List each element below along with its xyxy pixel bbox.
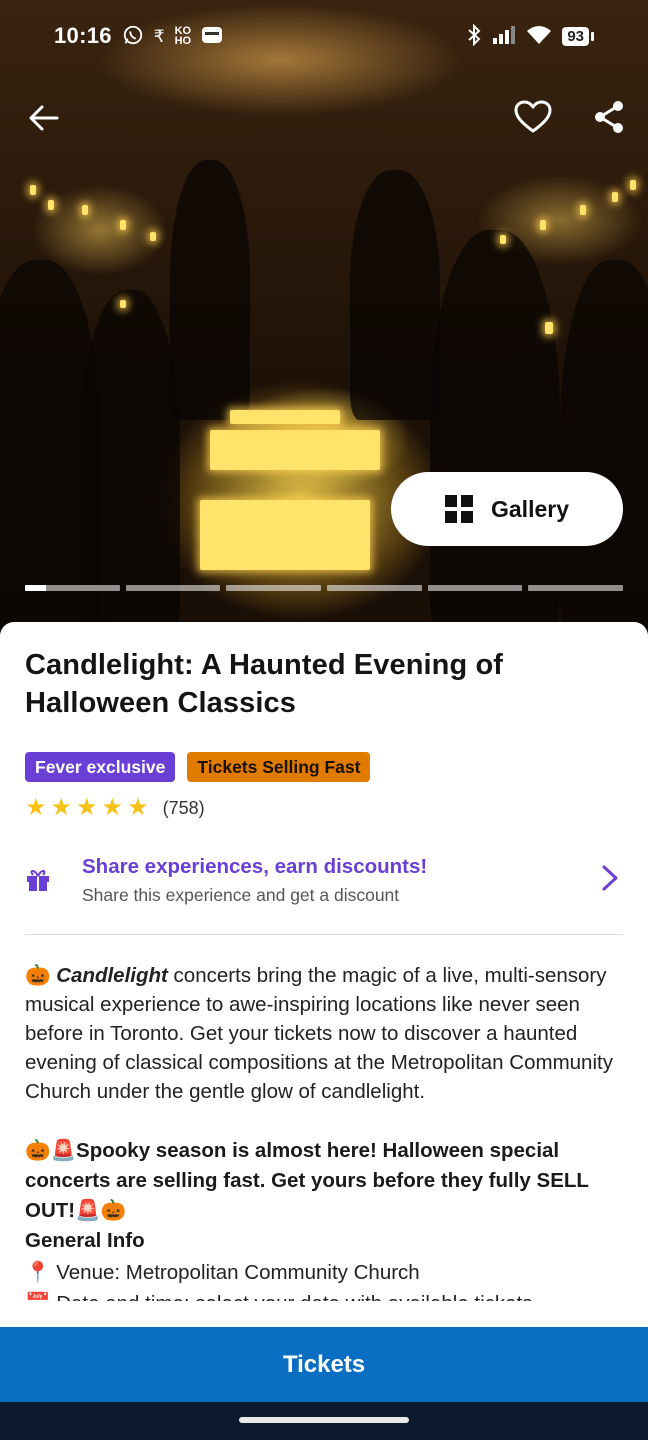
candle [612, 192, 618, 202]
audience-silhouette [430, 230, 560, 640]
battery-indicator: 93 [562, 26, 594, 46]
candle [30, 185, 36, 195]
slide-indicator[interactable] [528, 585, 624, 591]
star-icon: ★ [50, 794, 73, 821]
hero-image[interactable]: 10:16 ₹ KO HO 93 Gallery [0, 0, 648, 640]
gallery-label: Gallery [491, 495, 569, 522]
badge-row: Fever exclusive Tickets Selling Fast [25, 752, 623, 782]
rupee-icon: ₹ [153, 26, 165, 46]
candle [82, 205, 88, 215]
status-time: 10:16 [54, 23, 112, 48]
whatsapp-icon [122, 24, 144, 49]
status-bar: 10:16 ₹ KO HO 93 [0, 0, 648, 72]
tickets-button[interactable]: Tickets [0, 1327, 648, 1402]
selling-fast-badge: Tickets Selling Fast [187, 752, 371, 782]
star-icon: ★ [25, 794, 47, 821]
fever-exclusive-badge: Fever exclusive [25, 752, 176, 782]
slide-indicator[interactable] [226, 585, 322, 591]
share-promo-subtitle: Share this experience and get a discount [82, 885, 400, 905]
event-description: 🎃 Candlelight concerts bring the magic o… [25, 961, 623, 1106]
share-icon [595, 101, 623, 133]
musician-silhouette [170, 160, 250, 420]
wallet-icon [201, 26, 223, 47]
slide-indicator[interactable] [327, 585, 422, 591]
heart-outline-icon [514, 100, 552, 133]
rating-count: (758) [162, 797, 205, 818]
halloween-promo: 🎃🚨Spooky season is almost here! Hallowee… [25, 1139, 589, 1222]
wifi-icon [526, 25, 552, 48]
arrow-left-icon [29, 105, 59, 131]
share-promo-title: Share experiences, earn discounts! [82, 855, 428, 878]
candle [230, 410, 340, 424]
gallery-button[interactable]: Gallery [391, 472, 623, 546]
candle [545, 322, 553, 334]
favorite-button[interactable] [510, 94, 556, 140]
general-info-heading: General Info [25, 1229, 145, 1252]
slide-indicators [25, 585, 624, 591]
candle [150, 232, 156, 241]
pumpkin-emoji: 🎃 [25, 964, 51, 987]
candle [500, 235, 506, 244]
share-discount-row[interactable]: Share experiences, earn discounts! Share… [25, 854, 623, 935]
share-button[interactable] [586, 94, 632, 140]
battery-level: 93 [562, 26, 589, 46]
back-button[interactable] [22, 96, 66, 140]
slide-indicator[interactable] [125, 585, 221, 591]
star-icon: ★ [101, 794, 124, 821]
signal-icon [492, 25, 516, 48]
rating[interactable]: ★ ★ ★ ★ ★ (758) [25, 796, 623, 820]
candle [580, 205, 586, 215]
candle [540, 220, 546, 230]
venue-line: 📍 Venue: Metropolitan Community Church [25, 1261, 420, 1284]
candle [630, 180, 636, 190]
musician-silhouette [350, 170, 440, 420]
date-time-line: 📅 Date and time: select your date with a… [25, 1289, 623, 1301]
event-title: Candlelight: A Haunted Evening of Hallow… [25, 649, 504, 719]
event-details-sheet: Candlelight: A Haunted Evening of Hallow… [0, 622, 648, 1440]
candle [200, 500, 370, 570]
chevron-right-icon [601, 864, 623, 897]
audience-silhouette [560, 260, 648, 640]
grid-icon [445, 495, 473, 523]
home-gesture-handle[interactable] [239, 1417, 409, 1423]
candle [120, 220, 126, 230]
star-icon: ★ [127, 794, 149, 821]
gift-icon [25, 867, 55, 893]
candle [48, 200, 54, 210]
star-icon: ★ [76, 794, 98, 821]
brand-name: Candlelight [56, 964, 168, 987]
slide-indicator[interactable] [427, 585, 523, 591]
slide-indicator[interactable] [25, 585, 120, 591]
bluetooth-icon [466, 23, 482, 49]
koho-icon: KO HO [174, 25, 192, 47]
candle [120, 300, 126, 308]
candle [210, 430, 380, 470]
